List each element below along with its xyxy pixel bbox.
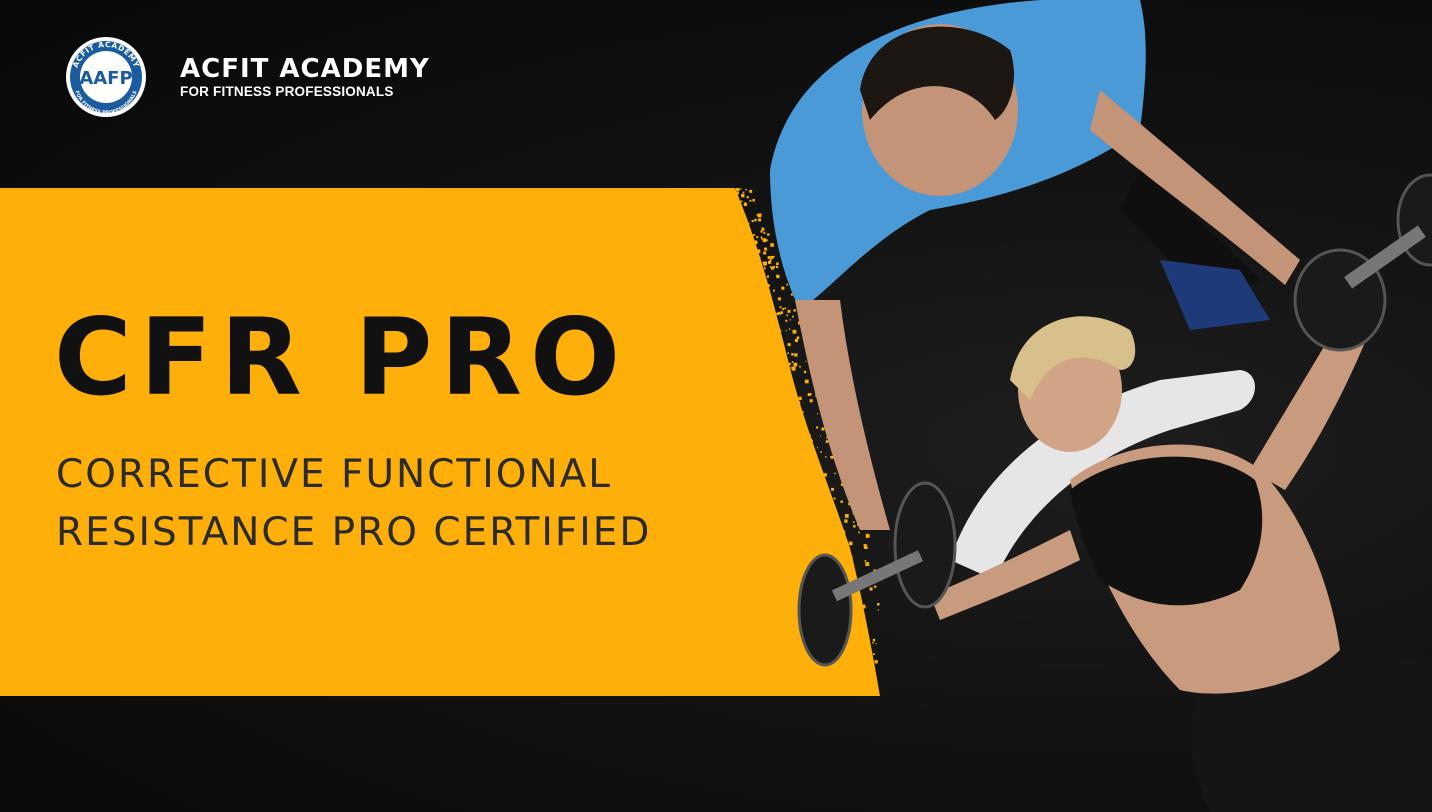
hero-canvas: AAFP ACFIT ACADEMY FOR FITNESS PROFESSIO…	[0, 0, 1432, 812]
subtitle-line-1: CORRECTIVE FUNCTIONAL	[56, 452, 613, 497]
banner-speckle	[731, 207, 736, 211]
banner-speckle	[735, 225, 739, 229]
banner-speckle	[735, 203, 739, 208]
brand-name: ACFIT ACADEMY	[180, 54, 430, 84]
trainer-spotting-dumbbell-press-photo	[740, 0, 1432, 812]
aafp-badge-icon: AAFP ACFIT ACADEMY FOR FITNESS PROFESSIO…	[58, 36, 158, 118]
page-title: CFR PRO	[54, 296, 629, 419]
page-subtitle: CORRECTIVE FUNCTIONAL RESISTANCE PRO CER…	[56, 446, 651, 562]
brand-tagline: FOR FITNESS PROFESSIONALS	[180, 84, 394, 99]
brand-logo[interactable]: AAFP ACFIT ACADEMY FOR FITNESS PROFESSIO…	[58, 36, 430, 118]
banner-speckle	[730, 189, 734, 193]
banner-speckle	[733, 194, 735, 197]
banner-speckle	[734, 197, 738, 201]
banner-speckle	[736, 191, 739, 195]
brand-text: ACFIT ACADEMY FOR FITNESS PROFESSIONALS	[180, 54, 430, 100]
subtitle-line-2: RESISTANCE PRO CERTIFIED	[56, 510, 652, 555]
banner-speckle	[726, 191, 729, 194]
banner-speckle	[737, 189, 740, 192]
badge-text: AAFP	[79, 68, 132, 89]
